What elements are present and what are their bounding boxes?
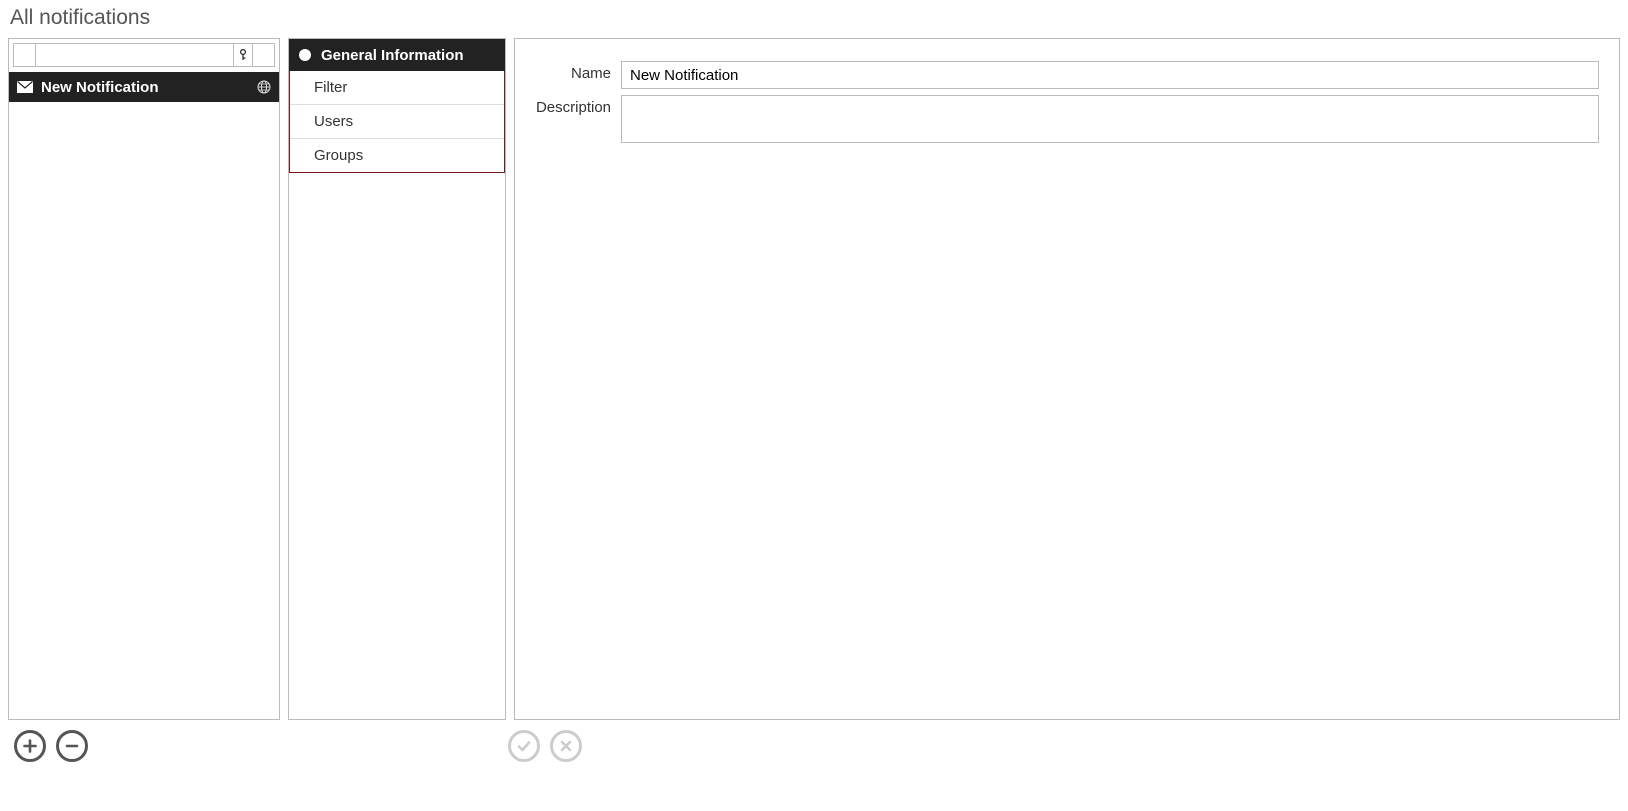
- remove-button[interactable]: [56, 730, 88, 762]
- filter-trailing-cell: [253, 43, 275, 67]
- page-title: All notifications: [10, 6, 1620, 30]
- mail-icon: [17, 81, 33, 93]
- section-nav-list: Filter Users Groups: [289, 71, 505, 173]
- add-button[interactable]: [14, 730, 46, 762]
- filter-row: [9, 39, 279, 72]
- name-input[interactable]: [621, 61, 1599, 89]
- section-nav-item-filter[interactable]: Filter: [290, 71, 504, 105]
- notifications-panel: New Notification: [8, 38, 280, 720]
- notification-list-item[interactable]: New Notification: [9, 72, 279, 102]
- cancel-button: [550, 730, 582, 762]
- form-panel: Name Description: [514, 38, 1620, 720]
- section-nav-item-users[interactable]: Users: [290, 105, 504, 139]
- filter-leading-cell: [13, 43, 35, 67]
- section-nav-item-groups[interactable]: Groups: [290, 139, 504, 172]
- section-nav-header[interactable]: General Information: [289, 39, 505, 71]
- circle-icon: [299, 49, 311, 61]
- confirm-button: [508, 730, 540, 762]
- name-label: Name: [535, 61, 621, 82]
- globe-icon: [257, 80, 271, 94]
- bottom-toolbar: [8, 730, 1620, 762]
- notification-item-label: New Notification: [41, 79, 249, 96]
- filter-input[interactable]: [35, 43, 233, 67]
- section-nav-header-label: General Information: [321, 47, 464, 64]
- description-input[interactable]: [621, 95, 1599, 143]
- key-icon[interactable]: [233, 43, 253, 67]
- section-nav-panel: General Information Filter Users Groups: [288, 38, 506, 720]
- description-label: Description: [535, 95, 621, 116]
